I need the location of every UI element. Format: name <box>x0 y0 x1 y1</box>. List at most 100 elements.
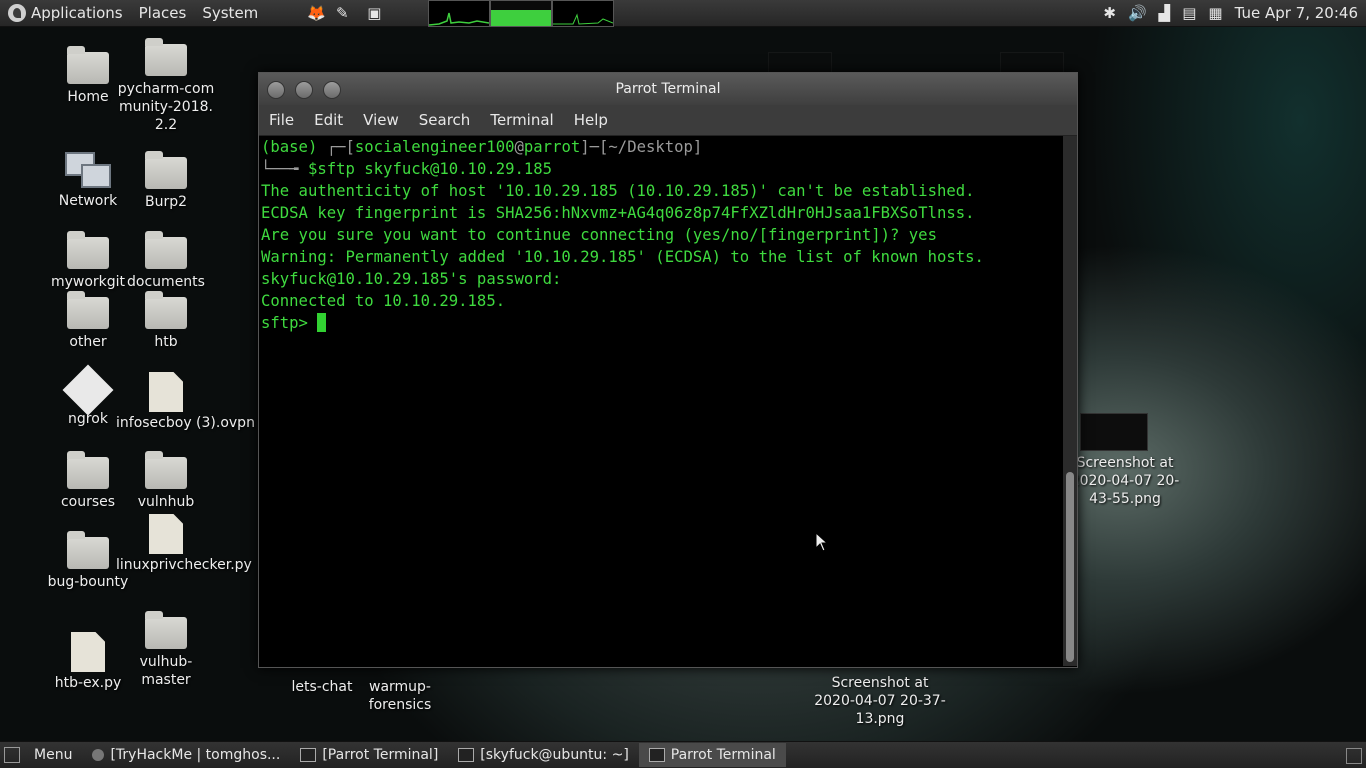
window-titlebar[interactable]: Parrot Terminal <box>259 73 1077 105</box>
ngrok-icon <box>62 364 114 416</box>
desktop-icon-label: Network <box>58 193 118 209</box>
output-line: Warning: Permanently added '10.10.29.185… <box>261 248 984 266</box>
system-tray: ✱ 🔊 ▟ ▤ ▦ Tue Apr 7, 20:46 <box>1103 0 1366 26</box>
memory-usage-fill <box>491 10 551 26</box>
bluetooth-icon[interactable]: ✱ <box>1103 4 1116 22</box>
task-parrot-terminal-active[interactable]: Parrot Terminal <box>638 743 786 767</box>
terminal-output[interactable]: (base) ┌─[socialengineer100@parrot]─[~/D… <box>259 136 1061 666</box>
network-graph <box>553 13 613 25</box>
applications-menu[interactable]: Applications <box>0 4 131 22</box>
terminal-scrollbar[interactable] <box>1063 136 1077 666</box>
desktop-icon-label: Burp2 <box>144 194 188 210</box>
network-icon <box>65 152 111 190</box>
desktop-folder-pycharm[interactable]: pycharm-community-2018.2.2 <box>116 38 216 134</box>
desktop-icon-label: courses <box>60 494 116 510</box>
menu-label: Menu <box>34 747 73 763</box>
terminal-icon <box>648 748 665 762</box>
file-icon <box>149 514 183 554</box>
folder-icon <box>145 451 187 489</box>
terminal-icon <box>458 748 475 762</box>
menu-button[interactable]: Menu <box>24 743 82 767</box>
task-browser[interactable]: [TryHackMe | tomghos... <box>82 743 290 767</box>
task-label: [Parrot Terminal] <box>322 747 439 763</box>
mouse-pointer-icon <box>815 532 829 552</box>
network-signal-icon[interactable]: ▟ <box>1159 4 1171 22</box>
file-icon <box>149 372 183 412</box>
show-desktop-button[interactable] <box>0 743 24 767</box>
terminal-menubar: File Edit View Search Terminal Help <box>259 105 1077 136</box>
task-label: [TryHackMe | tomghos... <box>110 747 281 763</box>
notes-icon[interactable]: ▤ <box>1182 4 1196 22</box>
minimize-window-button[interactable] <box>295 81 313 99</box>
screenshot-thumbnail <box>1080 413 1148 451</box>
desktop-icon-label: infosecboy (3).ovpn <box>116 415 255 431</box>
menu-terminal[interactable]: Terminal <box>480 111 563 129</box>
system-menu-label: System <box>202 4 259 22</box>
folder-icon <box>67 291 109 329</box>
system-menu[interactable]: System <box>194 4 266 22</box>
desktop-file-ovpn[interactable]: infosecboy (3).ovpn <box>116 372 255 432</box>
desktop-icon-label: Screenshot at 2020-04-07 20-37-13.png <box>814 675 946 727</box>
file-icon <box>71 632 105 672</box>
close-window-button[interactable] <box>267 81 285 99</box>
menu-search[interactable]: Search <box>409 111 481 129</box>
window-title: Parrot Terminal <box>615 81 721 97</box>
text-cursor <box>317 313 327 332</box>
menu-edit[interactable]: Edit <box>304 111 353 129</box>
folder-icon <box>145 151 187 189</box>
desktop-folder-burp2[interactable]: Burp2 <box>116 151 216 211</box>
maximize-window-button[interactable] <box>323 81 341 99</box>
menu-file[interactable]: File <box>259 111 304 129</box>
terminal-window[interactable]: Parrot Terminal File Edit View Search Te… <box>258 72 1078 668</box>
folder-icon <box>145 38 187 76</box>
task-skyfuck-ubuntu[interactable]: [skyfuck@ubuntu: ~] <box>448 743 638 767</box>
network-monitor[interactable] <box>552 0 614 27</box>
output-line: skyfuck@10.10.29.185's password: <box>261 270 562 288</box>
desktop-screenshot-2[interactable]: Screenshot at 2020-04-07 20-43-55.png <box>1070 454 1180 508</box>
memory-monitor[interactable] <box>490 0 552 27</box>
command-text: $sftp skyfuck@10.10.29.185 <box>307 160 553 178</box>
show-desktop-icon <box>4 747 20 763</box>
command-line: └──╼ $sftp skyfuck@10.10.29.185 <box>261 160 553 178</box>
calendar-icon[interactable]: ▦ <box>1208 4 1222 22</box>
workspace-switcher[interactable] <box>1346 748 1362 764</box>
cpu-monitor[interactable] <box>428 0 490 27</box>
desktop-screenshot-1[interactable]: Screenshot at 2020-04-07 20-37-13.png <box>810 674 950 728</box>
task-label: [skyfuck@ubuntu: ~] <box>480 747 629 763</box>
prompt-line: (base) ┌─[socialengineer100@parrot]─[~/D… <box>261 138 703 156</box>
task-parrot-terminal-1[interactable]: [Parrot Terminal] <box>290 743 448 767</box>
text-editor-icon[interactable]: ✎ <box>332 3 352 23</box>
menu-view[interactable]: View <box>353 111 409 129</box>
folder-icon <box>67 451 109 489</box>
menu-help[interactable]: Help <box>564 111 618 129</box>
desktop-icon-label: Screenshot at 2020-04-07 20-43-55.png <box>1070 455 1180 507</box>
desktop-icon-label: warmup-forensics <box>368 679 432 713</box>
output-line: The authenticity of host '10.10.29.185 (… <box>261 182 975 200</box>
parrot-logo-icon <box>8 4 26 22</box>
desktop-icon-label: htb-ex.py <box>54 675 122 691</box>
prompt-host: parrot <box>523 138 581 156</box>
volume-icon[interactable]: 🔊 <box>1128 4 1147 22</box>
clock[interactable]: Tue Apr 7, 20:46 <box>1235 4 1358 22</box>
output-line: Are you sure you want to continue connec… <box>261 226 937 244</box>
desktop-icon-label: pycharm-community-2018.2.2 <box>117 81 215 133</box>
desktop-folder-vulhub-master[interactable]: vulhub-master <box>116 611 216 689</box>
folder-icon <box>145 231 187 269</box>
folder-icon <box>145 291 187 329</box>
bottom-taskbar: Menu [TryHackMe | tomghos... [Parrot Ter… <box>0 741 1366 768</box>
desktop-folder-documents[interactable]: documents <box>116 231 216 291</box>
sftp-prompt-line: sftp> <box>261 312 1061 334</box>
desktop-folder-htb[interactable]: htb <box>116 291 216 351</box>
firefox-icon[interactable]: 🦊 <box>306 3 326 23</box>
terminal-icon <box>300 748 317 762</box>
desktop-file-linuxprivchecker[interactable]: linuxprivchecker.py <box>116 514 252 574</box>
desktop-folder-warmup-forensics[interactable]: warmup-forensics <box>340 678 460 714</box>
desktop-folder-vulnhub[interactable]: vulnhub <box>116 451 216 511</box>
cpu-graph <box>429 12 489 26</box>
scrollbar-thumb[interactable] <box>1066 472 1074 662</box>
places-menu[interactable]: Places <box>131 4 195 22</box>
terminal-launcher-icon[interactable]: ▣ <box>364 3 384 23</box>
desktop-icon-label: myworkgit <box>50 274 126 290</box>
top-panel: Applications Places System 🦊 ✎ ▣ ✱ 🔊 ▟ ▤… <box>0 0 1366 27</box>
desktop-icon-label: bug-bounty <box>47 574 129 590</box>
